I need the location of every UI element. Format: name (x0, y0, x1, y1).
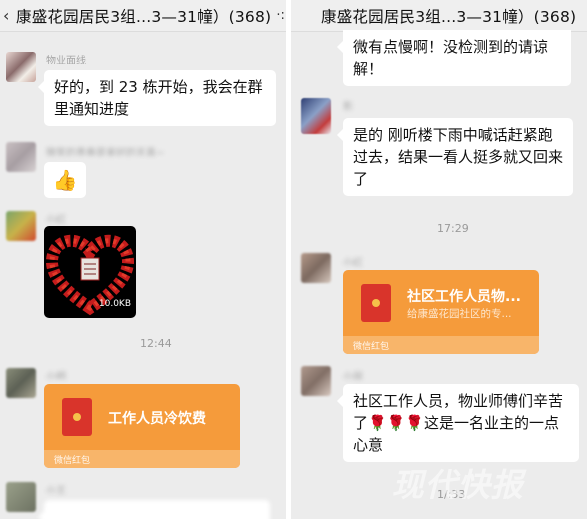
message-text: 微有点慢啊！没检测到的请谅解！ (353, 38, 549, 78)
back-icon[interactable]: ‹ (0, 6, 16, 25)
chat-pane-right: 康盛花园居民3组...3—31幢）(368) 微有点慢啊！没检测到的请谅解！ 影… (291, 0, 587, 519)
avatar[interactable] (6, 482, 36, 512)
avatar[interactable] (301, 366, 331, 396)
envelope-title: 社区工作人员物... (407, 289, 521, 305)
message-text: 是的 刚听楼下雨中喊话赶紧跑过去，结果一看人挺多就又回来了 (353, 126, 564, 188)
message-text: 好的，到 23 栋开始，我会在群里通知进度 (54, 78, 263, 118)
chat-header: 康盛花园居民3组...3—31幢）(368) (291, 0, 587, 32)
envelope-footer: 微信红包 (54, 456, 91, 466)
envelope-title: 工作人员冷饮费 (108, 411, 206, 427)
envelope-subtitle: 给康盛花园社区的专... (407, 308, 512, 320)
message-bubble[interactable] (38, 500, 270, 519)
watermark: 现代快报 (389, 466, 532, 504)
avatar[interactable] (6, 368, 36, 398)
image-message[interactable]: 10.0KB (44, 226, 136, 318)
red-envelope[interactable]: 社区工作人员物... 给康盛花园社区的专... 微信红包 (343, 270, 539, 354)
avatar[interactable] (301, 98, 331, 134)
timestamp: 12:44 (140, 337, 172, 350)
sender-name: 影 (343, 102, 353, 110)
sender-name: 物业面线 (46, 56, 86, 64)
chat-title: 康盛花园居民3组...3—31幢）(368) (321, 7, 577, 26)
sender-name: 微笑的青春是美好的天真~ (46, 148, 165, 156)
more-icon[interactable]: ·: (276, 8, 285, 23)
envelope-footer: 微信红包 (353, 342, 390, 352)
sender-name: 小王 (46, 486, 66, 494)
message-bubble[interactable]: 社区工作人员，物业师傅们辛苦了🌹🌹🌹这是一名业主的一点心意 (337, 384, 579, 462)
message-bubble[interactable]: 好的，到 23 栋开始，我会在群里通知进度 (38, 70, 276, 126)
chat-pane-left: ‹ 康盛花园居民3组...3—31幢）(368) ·: 物业面线 好的，到 23… (0, 0, 286, 519)
avatar[interactable] (6, 211, 36, 241)
timestamp: 17:29 (437, 222, 469, 235)
message-bubble[interactable]: 👍 (44, 162, 86, 198)
message-text: 社区工作人员，物业师傅们辛苦了🌹🌹🌹这是一名业主的一点心意 (353, 392, 564, 454)
message-bubble[interactable]: 是的 刚听楼下雨中喊话赶紧跑过去，结果一看人挺多就又回来了 (337, 118, 573, 196)
sender-name: 小红 (46, 215, 66, 223)
avatar[interactable] (301, 253, 331, 283)
message-bubble[interactable]: 微有点慢啊！没检测到的请谅解！ (337, 30, 571, 86)
image-size-label: 10.0KB (98, 299, 131, 309)
red-envelope[interactable]: 工作人员冷饮费 微信红包 (44, 384, 240, 468)
thumbs-up-icon: 👍 (52, 168, 78, 192)
sender-name: 小丽 (343, 372, 363, 380)
red-packet-icon (361, 284, 391, 322)
chat-header: ‹ 康盛花园居民3组...3—31幢）(368) ·: (0, 0, 286, 32)
avatar[interactable] (6, 52, 36, 82)
avatar[interactable] (6, 142, 36, 172)
chat-title: 康盛花园居民3组...3—31幢）(368) (16, 7, 272, 26)
sender-name: 小红 (343, 258, 363, 266)
red-packet-icon (62, 398, 92, 436)
sender-name: 小明 (46, 372, 66, 380)
